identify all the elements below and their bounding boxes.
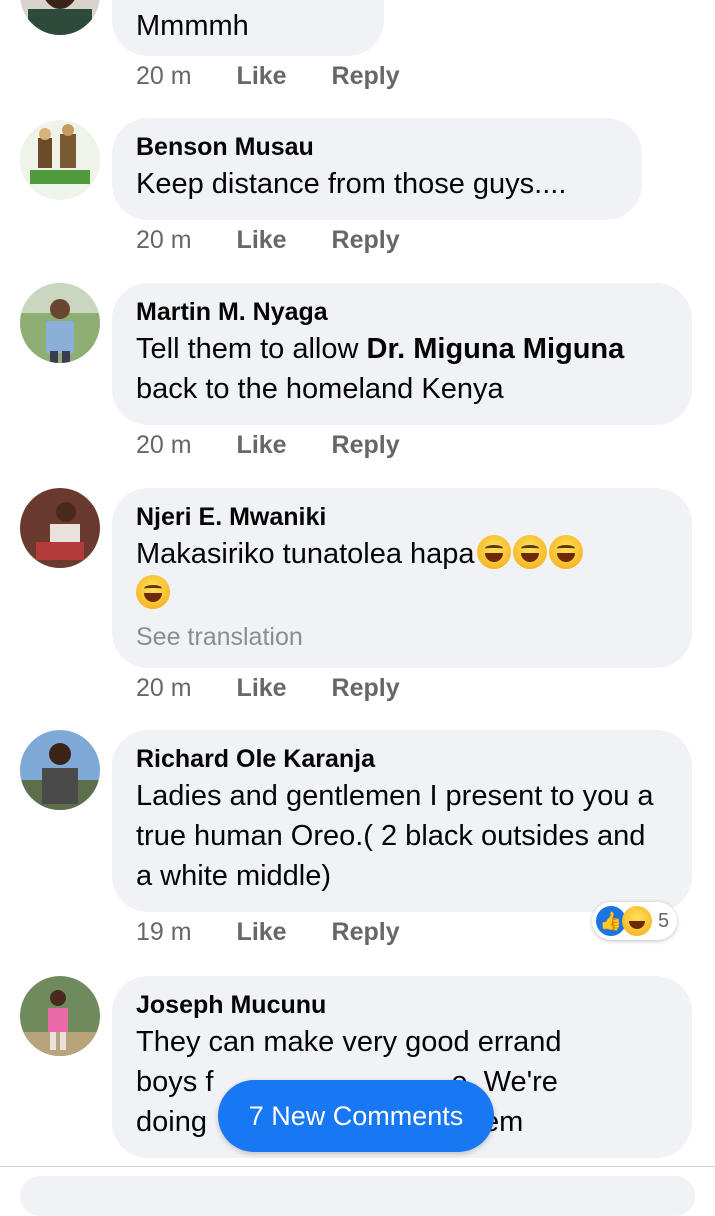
comment-text-part: Makasiriko tunatolea hapa [136, 538, 475, 570]
reply-button[interactable]: Reply [332, 674, 400, 703]
comment-time: 19 m [136, 918, 192, 946]
comment-text: Makasiriko tunatolea hapa [136, 534, 668, 614]
laughing-emoji-icon [476, 535, 511, 569]
comment-bubble: Njeri E. Mwaniki Makasiriko tunatolea ha… [112, 488, 692, 668]
comment-text-bold[interactable]: Dr. Miguna Miguna [367, 333, 625, 365]
avatar[interactable] [20, 283, 100, 363]
comment-actions: 20 m Like Reply [136, 62, 438, 91]
comment-actions: 20 m Like Reply [136, 226, 438, 255]
comment-text: Mmmmh [136, 10, 249, 42]
divider [0, 1166, 715, 1167]
comment-author[interactable]: Joseph Mucunu [136, 988, 668, 1022]
comment-bubble: Benson Musau Keep distance from those gu… [112, 118, 642, 220]
comment-actions: 20 m Like Reply [136, 674, 438, 703]
avatar[interactable] [20, 0, 100, 35]
comment-text-part: They can make very good errand [136, 1026, 562, 1058]
see-translation-link[interactable]: See translation [136, 618, 668, 656]
laughing-emoji-icon [136, 575, 170, 609]
reply-button[interactable]: Reply [332, 62, 400, 91]
comment-bubble: Richard Ole Karanja Ladies and gentlemen… [112, 730, 692, 912]
comment-author[interactable]: Richard Ole Karanja [136, 742, 668, 776]
comment-actions: 19 m Like Reply [136, 918, 438, 947]
reply-button[interactable]: Reply [332, 431, 400, 460]
comment-text: Keep distance from those guys.... [136, 168, 567, 200]
reaction-badge[interactable]: 👍 5 [592, 902, 678, 940]
avatar[interactable] [20, 120, 100, 200]
haha-reaction-icon [622, 906, 652, 936]
reply-button[interactable]: Reply [332, 918, 400, 947]
comment-author[interactable]: Njeri E. Mwaniki [136, 500, 668, 534]
new-comments-button[interactable]: 7 New Comments [218, 1080, 494, 1152]
reaction-count: 5 [658, 909, 670, 932]
comment-text-part: Tell them to allow [136, 333, 367, 365]
like-button[interactable]: Like [237, 431, 287, 460]
comment-author[interactable]: Martin M. Nyaga [136, 295, 668, 329]
like-button[interactable]: Like [237, 226, 287, 255]
comment-input[interactable] [20, 1176, 695, 1216]
comment-text: Tell them to allow Dr. Miguna Miguna bac… [136, 329, 668, 409]
like-button[interactable]: Like [237, 62, 287, 91]
comment-time: 20 m [136, 62, 192, 90]
comment-text: Ladies and gentlemen I present to you a … [136, 780, 654, 892]
avatar[interactable] [20, 976, 100, 1056]
comment-bubble: Martin M. Nyaga Tell them to allow Dr. M… [112, 283, 692, 425]
comment-actions: 20 m Like Reply [136, 431, 438, 460]
avatar[interactable] [20, 488, 100, 568]
laughing-emoji-icon [512, 535, 547, 569]
comment-text-part: boys f [136, 1066, 214, 1098]
comment-text-part: doing [136, 1106, 207, 1138]
comment-time: 20 m [136, 226, 192, 254]
comment-bubble: Mmmmh [112, 0, 384, 56]
comment-author[interactable]: Benson Musau [136, 130, 618, 164]
like-button[interactable]: Like [237, 674, 287, 703]
laughing-emoji-icon [548, 535, 583, 569]
like-button[interactable]: Like [237, 918, 287, 947]
comment-text-part: back to the homeland Kenya [136, 373, 504, 405]
reply-button[interactable]: Reply [332, 226, 400, 255]
comment-time: 20 m [136, 431, 192, 459]
avatar[interactable] [20, 730, 100, 810]
comment-time: 20 m [136, 674, 192, 702]
